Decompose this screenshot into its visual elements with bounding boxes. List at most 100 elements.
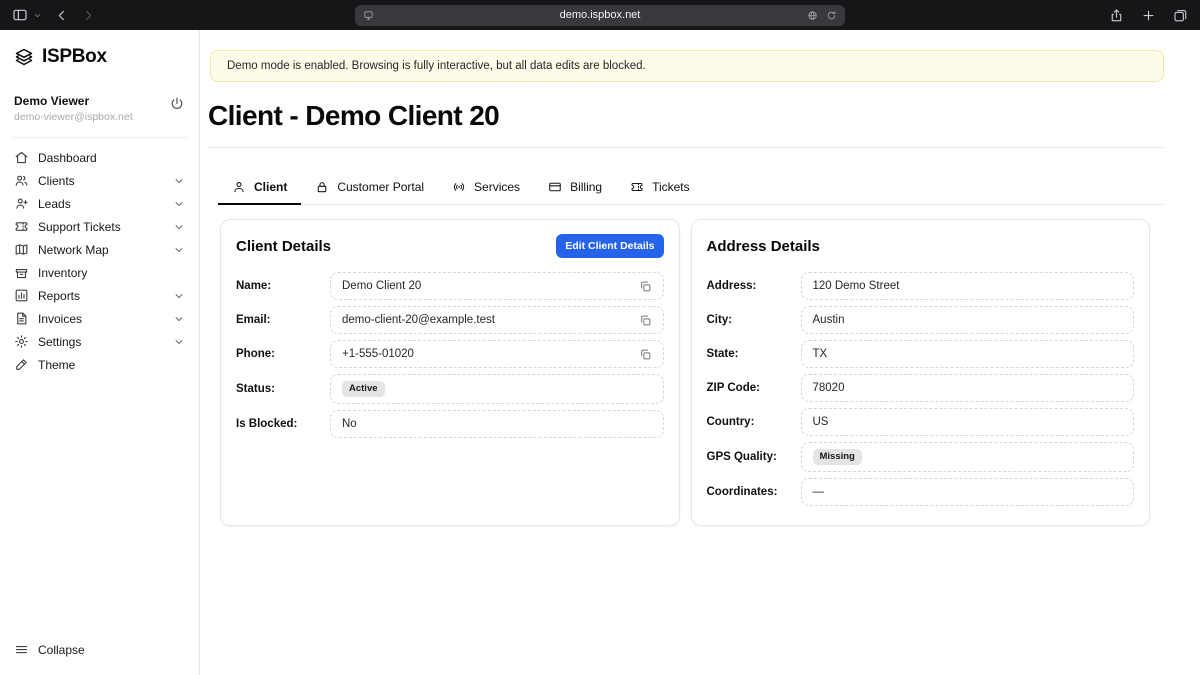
field-row-status: Status: Active — [236, 374, 664, 404]
box-icon — [14, 265, 29, 280]
reload-button[interactable] — [826, 10, 837, 21]
field-value: TX — [801, 340, 1135, 368]
user-plus-icon — [14, 196, 29, 211]
field-value: Austin — [801, 306, 1135, 334]
field-label: City: — [707, 314, 801, 326]
tab-services[interactable]: Services — [438, 172, 534, 204]
map-icon — [14, 242, 29, 257]
share-button[interactable] — [1109, 8, 1124, 23]
field-value-text: US — [813, 416, 829, 428]
chevron-down-icon — [173, 290, 185, 302]
sidebar-item-settings[interactable]: Settings — [12, 330, 187, 353]
tab-tickets[interactable]: Tickets — [616, 172, 704, 204]
copy-icon[interactable] — [639, 280, 652, 293]
power-logout-icon[interactable] — [169, 96, 185, 112]
field-value-text: +1-555-01020 — [342, 348, 414, 360]
user-name: Demo Viewer — [14, 94, 133, 108]
chevron-down-icon — [173, 336, 185, 348]
sidebar-item-clients[interactable]: Clients — [12, 169, 187, 192]
chevron-down-icon — [173, 221, 185, 233]
field-row-zip-code: ZIP Code: 78020 — [707, 374, 1135, 402]
device-icon — [363, 10, 374, 21]
layers-icon — [14, 47, 34, 67]
users-icon — [14, 173, 29, 188]
tab-billing[interactable]: Billing — [534, 172, 616, 204]
lock-icon — [315, 180, 329, 194]
copy-icon[interactable] — [639, 348, 652, 361]
sidebar-item-invoices[interactable]: Invoices — [12, 307, 187, 330]
chevron-down-icon — [173, 198, 185, 210]
field-value: 120 Demo Street — [801, 272, 1135, 300]
collapse-button[interactable]: Collapse — [12, 638, 187, 661]
url-bar[interactable]: demo.ispbox.net — [355, 5, 845, 26]
copy-icon[interactable] — [639, 314, 652, 327]
field-label: Name: — [236, 280, 330, 292]
app-logo[interactable]: ISPBox — [12, 42, 187, 72]
invoice-icon — [14, 311, 29, 326]
field-row-state: State: TX — [707, 340, 1135, 368]
field-label: Is Blocked: — [236, 418, 330, 430]
chevron-down-icon — [173, 175, 185, 187]
sidebar-item-reports[interactable]: Reports — [12, 284, 187, 307]
signal-icon — [452, 180, 466, 194]
sidebar-item-label: Support Tickets — [38, 220, 164, 234]
demo-banner: Demo mode is enabled. Browsing is fully … — [210, 50, 1164, 82]
theme-icon — [14, 357, 29, 372]
credit-card-icon — [548, 180, 562, 194]
chart-icon — [14, 288, 29, 303]
field-value-text: demo-client-20@example.test — [342, 314, 495, 326]
tabs-overview-button[interactable] — [1173, 8, 1188, 23]
demo-banner-text: Demo mode is enabled. Browsing is fully … — [227, 60, 646, 72]
client-details-card: Client Details Edit Client Details Name:… — [220, 219, 680, 526]
field-value: Missing — [801, 442, 1135, 472]
field-label: Coordinates: — [707, 486, 801, 498]
chevron-down-icon — [173, 244, 185, 256]
sidebar-item-network-map[interactable]: Network Map — [12, 238, 187, 261]
field-row-country: Country: US — [707, 408, 1135, 436]
sidebar-item-label: Invoices — [38, 312, 164, 326]
field-row-city: City: Austin — [707, 306, 1135, 334]
sidebar-item-dashboard[interactable]: Dashboard — [12, 146, 187, 169]
field-value: — — [801, 478, 1135, 506]
ticket-icon — [14, 219, 29, 234]
translate-icon[interactable] — [807, 10, 818, 21]
field-label: Country: — [707, 416, 801, 428]
field-value: 78020 — [801, 374, 1135, 402]
field-row-email: Email: demo-client-20@example.test — [236, 306, 664, 334]
sidebar-item-label: Inventory — [38, 266, 185, 280]
field-value-text: 120 Demo Street — [813, 280, 900, 292]
field-row-address: Address: 120 Demo Street — [707, 272, 1135, 300]
tab-customer-portal[interactable]: Customer Portal — [301, 172, 438, 204]
field-label: GPS Quality: — [707, 451, 801, 463]
user-email: demo-viewer@ispbox.net — [14, 111, 133, 123]
field-row-name: Name: Demo Client 20 — [236, 272, 664, 300]
field-value-text: 78020 — [813, 382, 845, 394]
tab-client[interactable]: Client — [218, 172, 301, 204]
user-info: Demo Viewer demo-viewer@ispbox.net — [12, 94, 187, 138]
forward-button[interactable] — [81, 8, 96, 23]
sidebar-item-label: Leads — [38, 197, 164, 211]
field-value: Active — [330, 374, 664, 404]
field-row-is-blocked: Is Blocked: No — [236, 410, 664, 438]
sidebar-toggle-icon[interactable] — [12, 7, 28, 23]
sidebar-item-support-tickets[interactable]: Support Tickets — [12, 215, 187, 238]
sidebar-item-leads[interactable]: Leads — [12, 192, 187, 215]
new-tab-button[interactable] — [1141, 8, 1156, 23]
toolbar-chevron-down-icon[interactable] — [33, 11, 42, 20]
app-shell: ISPBox Demo Viewer demo-viewer@ispbox.ne… — [0, 30, 1200, 675]
tab-label: Services — [474, 180, 520, 194]
chevron-down-icon — [173, 313, 185, 325]
status-badge: Missing — [813, 449, 862, 465]
sidebar-item-inventory[interactable]: Inventory — [12, 261, 187, 284]
cards-row: Client Details Edit Client Details Name:… — [208, 205, 1164, 526]
browser-toolbar: demo.ispbox.net — [0, 0, 1200, 30]
status-badge: Active — [342, 381, 385, 397]
field-label: Status: — [236, 383, 330, 395]
ticket-icon — [630, 180, 644, 194]
sidebar-item-theme[interactable]: Theme — [12, 353, 187, 376]
back-button[interactable] — [54, 8, 69, 23]
field-value: +1-555-01020 — [330, 340, 664, 368]
field-value: No — [330, 410, 664, 438]
edit-client-details-button[interactable]: Edit Client Details — [556, 234, 663, 258]
client-details-fields: Name: Demo Client 20 Email: demo-clien — [236, 272, 664, 438]
